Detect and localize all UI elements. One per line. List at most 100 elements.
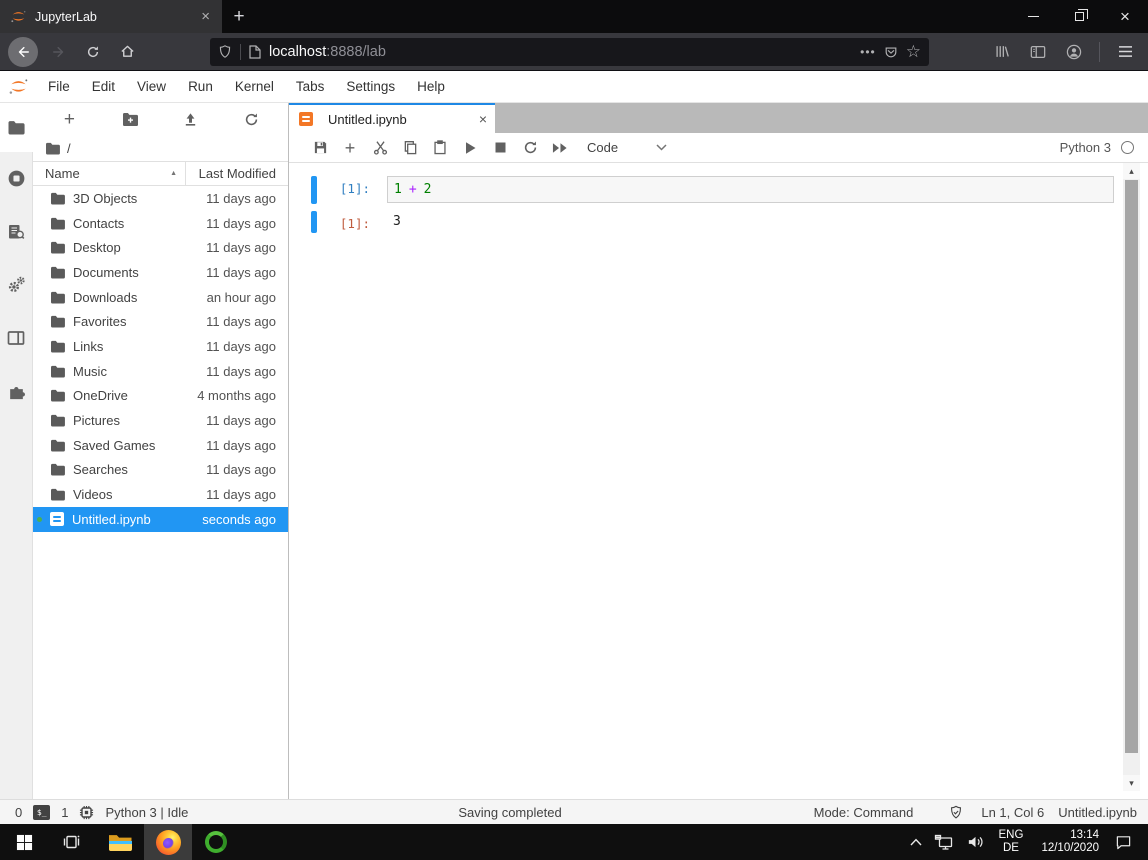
sidebar-tab-extensions[interactable] — [0, 364, 32, 417]
menu-view[interactable]: View — [126, 71, 177, 102]
file-row-documents[interactable]: Documents11 days ago — [33, 260, 288, 285]
browser-tab-jupyterlab[interactable]: JupyterLab — [0, 0, 222, 33]
library-icon[interactable] — [987, 37, 1017, 67]
sidebar-tab-commands[interactable] — [0, 205, 32, 258]
start-button[interactable] — [0, 824, 48, 860]
file-row-links[interactable]: Links11 days ago — [33, 334, 288, 359]
scroll-down-icon[interactable] — [1123, 775, 1140, 791]
scroll-up-icon[interactable] — [1123, 163, 1140, 179]
header-last-modified[interactable]: Last Modified — [185, 162, 288, 185]
file-row-3d-objects[interactable]: 3D Objects11 days ago — [33, 186, 288, 211]
file-row-downloads[interactable]: Downloadsan hour ago — [33, 285, 288, 310]
scrollbar-thumb[interactable] — [1125, 180, 1138, 753]
page-actions-icon[interactable] — [860, 45, 876, 59]
close-button[interactable] — [1102, 0, 1148, 33]
file-row-pictures[interactable]: Pictures11 days ago — [33, 408, 288, 433]
menu-file[interactable]: File — [37, 71, 81, 102]
tab-close-icon[interactable] — [197, 7, 214, 26]
code-editor[interactable]: 1 + 2 — [387, 176, 1114, 203]
sidebar-tab-inspector[interactable] — [0, 258, 32, 311]
statusbar-filename: Untitled.ipynb — [1058, 805, 1137, 820]
refresh-button[interactable] — [236, 106, 268, 132]
command-mode-indicator[interactable]: Mode: Command — [814, 805, 914, 820]
code-cell[interactable]: [1]: 1 + 2 — [311, 176, 1114, 204]
account-icon[interactable] — [1059, 37, 1089, 67]
notebook-scrollbar[interactable] — [1123, 163, 1140, 791]
folder-icon — [50, 192, 65, 205]
action-center-button[interactable] — [1109, 824, 1138, 860]
menu-hamburger-icon[interactable] — [1110, 37, 1140, 67]
cell-type-dropdown[interactable]: Code — [583, 140, 671, 155]
notification-icon — [1115, 834, 1132, 850]
menu-edit[interactable]: Edit — [81, 71, 126, 102]
restore-button[interactable] — [1056, 0, 1102, 33]
running-sessions-status[interactable]: 0 1 Python 3 | Idle — [15, 805, 188, 820]
tab-close-icon[interactable] — [479, 112, 487, 126]
sidebar-tab-filebrowser[interactable] — [0, 103, 33, 152]
url-text[interactable]: localhost:8888/lab — [269, 44, 852, 60]
file-list-header: Name Last Modified — [33, 161, 288, 186]
browser-titlebar: JupyterLab — [0, 0, 1148, 33]
file-row-untitled-notebook[interactable]: Untitled.ipynb seconds ago — [33, 507, 288, 532]
reload-button[interactable] — [78, 37, 108, 67]
kernel-status-text[interactable]: Python 3 | Idle — [105, 805, 188, 820]
menu-settings[interactable]: Settings — [335, 71, 406, 102]
bookmark-star-icon[interactable] — [906, 43, 921, 60]
menu-run[interactable]: Run — [177, 71, 224, 102]
input-prompt: [1]: — [317, 176, 379, 196]
file-row-saved-games[interactable]: Saved Games11 days ago — [33, 433, 288, 458]
sidebars-icon[interactable] — [1023, 37, 1053, 67]
kernel-name-button[interactable]: Python 3 — [1060, 140, 1111, 155]
file-row-onedrive[interactable]: OneDrive4 months ago — [33, 384, 288, 409]
interrupt-kernel-button[interactable] — [485, 136, 515, 160]
header-name[interactable]: Name — [33, 162, 185, 185]
cut-cells-button[interactable] — [365, 136, 395, 160]
breadcrumb-root[interactable]: / — [67, 141, 71, 156]
tracking-shield-icon[interactable] — [218, 44, 232, 59]
page-info-icon[interactable] — [249, 45, 261, 59]
hidden-icons-button[interactable] — [904, 824, 928, 860]
file-row-videos[interactable]: Videos11 days ago — [33, 482, 288, 507]
url-bar[interactable]: localhost:8888/lab — [210, 38, 929, 66]
file-list: 3D Objects11 days ago Contacts11 days ag… — [33, 186, 288, 799]
back-button[interactable] — [8, 37, 38, 67]
volume-tray-button[interactable] — [960, 824, 991, 860]
kernel-status-idle-icon[interactable] — [1121, 141, 1134, 154]
file-explorer-button[interactable] — [96, 824, 144, 860]
firefox-taskbar-button[interactable] — [144, 824, 192, 860]
network-tray-button[interactable] — [928, 824, 960, 860]
open-tabs-icon — [7, 330, 25, 346]
file-row-searches[interactable]: Searches11 days ago — [33, 458, 288, 483]
file-row-contacts[interactable]: Contacts11 days ago — [33, 211, 288, 236]
language-indicator[interactable]: ENG DE — [991, 829, 1032, 855]
menu-kernel[interactable]: Kernel — [224, 71, 285, 102]
minimize-button[interactable] — [1010, 0, 1056, 33]
new-tab-button[interactable] — [222, 0, 256, 33]
recorder-app-button[interactable] — [192, 824, 240, 860]
new-folder-button[interactable] — [114, 106, 146, 132]
clock[interactable]: 13:14 12/10/2020 — [1031, 829, 1109, 855]
add-cell-button[interactable] — [335, 136, 365, 160]
file-row-music[interactable]: Music11 days ago — [33, 359, 288, 384]
cursor-position[interactable]: Ln 1, Col 6 — [981, 805, 1044, 820]
notebook-tab[interactable]: Untitled.ipynb — [289, 103, 495, 133]
forward-button[interactable] — [44, 37, 74, 67]
run-cell-button[interactable] — [455, 136, 485, 160]
file-row-favorites[interactable]: Favorites11 days ago — [33, 309, 288, 334]
menu-help[interactable]: Help — [406, 71, 456, 102]
sidebar-tab-running[interactable] — [0, 152, 32, 205]
restart-kernel-button[interactable] — [515, 136, 545, 160]
sidebar-tab-open-tabs[interactable] — [0, 311, 32, 364]
file-row-desktop[interactable]: Desktop11 days ago — [33, 235, 288, 260]
paste-cells-button[interactable] — [425, 136, 455, 160]
menu-tabs[interactable]: Tabs — [285, 71, 336, 102]
breadcrumb[interactable]: / — [33, 135, 288, 161]
run-all-button[interactable] — [545, 136, 575, 160]
upload-button[interactable] — [175, 106, 207, 132]
task-view-button[interactable] — [48, 824, 96, 860]
save-button[interactable] — [305, 136, 335, 160]
pocket-icon[interactable] — [884, 45, 898, 59]
copy-cells-button[interactable] — [395, 136, 425, 160]
new-launcher-button[interactable] — [53, 106, 85, 132]
home-button[interactable] — [112, 37, 142, 67]
